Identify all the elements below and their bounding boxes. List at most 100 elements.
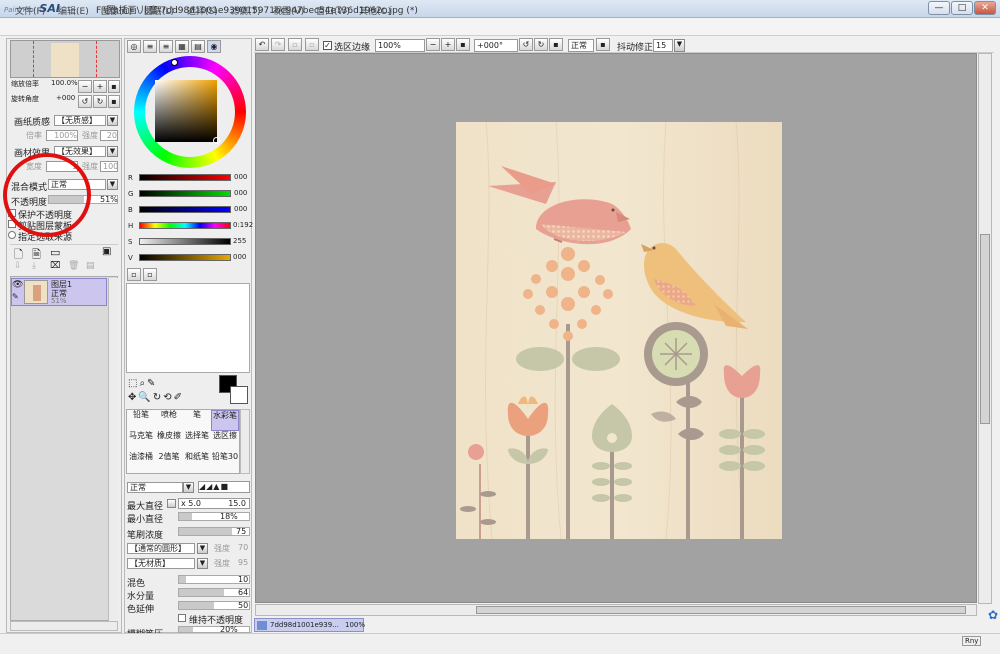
rgb-slider-tab[interactable]: ≡ xyxy=(143,40,157,53)
tool-airbrush[interactable]: 喷枪 xyxy=(155,410,183,431)
layer-mask-icon[interactable]: ▣ xyxy=(102,246,111,257)
min-size-slider[interactable] xyxy=(178,512,250,521)
h-slider[interactable] xyxy=(139,222,231,229)
scratch-add-icon[interactable]: ▫ xyxy=(143,268,157,281)
blur-pressure-slider[interactable] xyxy=(178,626,250,633)
tool-bucket[interactable]: 油漆桶 xyxy=(127,452,155,473)
menu-view[interactable]: 视图(V) xyxy=(273,4,304,17)
tool-binary-pen[interactable]: 2值笔 xyxy=(155,452,183,473)
texture-scale-value[interactable]: 100% xyxy=(46,130,78,141)
menu-edit[interactable]: 编辑(E) xyxy=(58,4,89,17)
rotate-reset-icon[interactable]: ▪ xyxy=(549,38,563,51)
brush-texture-select[interactable]: 【无材质】 xyxy=(127,558,195,569)
v-slider[interactable] xyxy=(139,254,231,261)
paper-texture-select[interactable]: 【无质感】 xyxy=(54,115,106,126)
chevron-down-icon[interactable]: ▼ xyxy=(107,146,118,157)
zoom-in-button[interactable]: + xyxy=(93,80,107,93)
tool-pencil30[interactable]: 铅笔30 xyxy=(211,452,239,473)
layer-props-icon[interactable]: ▤ xyxy=(86,261,95,271)
tool-eraser[interactable]: 橡皮擦 xyxy=(155,431,183,452)
user-swatch-tab[interactable]: ▤ xyxy=(191,40,205,53)
merge-down-icon[interactable]: ⤓ xyxy=(32,261,36,271)
scratchpad-tab[interactable]: ◉ xyxy=(207,40,221,53)
pencil-icon[interactable]: ✎ xyxy=(12,292,22,302)
navigator-preview[interactable] xyxy=(10,40,120,78)
menu-image[interactable]: 图像(C) xyxy=(101,4,132,17)
rotate-cw-icon[interactable]: ↻ xyxy=(534,38,548,51)
selection-edge-checkbox[interactable]: ✓ xyxy=(323,41,332,50)
zoom-select[interactable]: 100% xyxy=(375,39,425,52)
minimize-button[interactable]: — xyxy=(928,1,950,15)
hsv-slider-tab[interactable]: ≡ xyxy=(159,40,173,53)
chevron-down-icon[interactable]: ▼ xyxy=(197,543,208,554)
canvas-area[interactable] xyxy=(255,53,977,603)
tool-washi-pen[interactable]: 和纸笔 xyxy=(183,452,211,473)
tool-brush[interactable]: 笔 xyxy=(183,410,211,431)
brush-shape-select[interactable]: 【通常的圆形】 xyxy=(127,543,195,554)
rotation-select[interactable]: +000° xyxy=(474,39,518,52)
redo-button[interactable]: ↷ xyxy=(271,38,285,51)
eye-icon[interactable]: 👁 xyxy=(12,280,23,290)
b-slider[interactable] xyxy=(139,206,231,213)
zoom-out-icon[interactable]: − xyxy=(426,38,440,51)
canvas-hscrollbar[interactable] xyxy=(255,604,977,616)
selection-source-radio[interactable] xyxy=(8,231,16,239)
secondary-color-swatch[interactable] xyxy=(230,386,248,404)
keep-opacity-checkbox[interactable] xyxy=(178,614,186,622)
max-size-field[interactable]: x 5.0 15.0 xyxy=(178,498,250,509)
canvas-vscrollbar[interactable] xyxy=(978,53,992,604)
rotate-ccw-icon[interactable]: ↺ xyxy=(519,38,533,51)
rotate-left-button[interactable]: ↺ xyxy=(78,95,92,108)
hue-marker[interactable] xyxy=(171,59,178,66)
swatch-tab[interactable]: ▦ xyxy=(175,40,189,53)
menu-layer[interactable]: 图层(L) xyxy=(144,4,174,17)
menu-window[interactable]: 窗口(W) xyxy=(316,4,350,17)
texture-strength-value[interactable]: 20 xyxy=(100,130,118,141)
chevron-down-icon[interactable]: ▼ xyxy=(183,482,194,493)
deselect-button[interactable]: ▫ xyxy=(288,38,302,51)
document-tab[interactable]: 7dd98d1001e939... 100% xyxy=(254,618,365,632)
menu-select[interactable]: 选择(S) xyxy=(187,4,218,17)
transfer-down-icon[interactable]: ⇩ xyxy=(14,261,22,271)
sv-marker[interactable] xyxy=(213,137,220,144)
tool-pencil[interactable]: 铅笔 xyxy=(127,410,155,431)
tool-scrollbar[interactable] xyxy=(240,409,250,474)
layer-scrollbar[interactable] xyxy=(108,278,118,621)
clear-layer-icon[interactable]: ⌧ xyxy=(50,261,60,271)
zoom-in-icon[interactable]: + xyxy=(441,38,455,51)
close-button[interactable]: ✕ xyxy=(974,1,996,15)
chevron-down-icon[interactable]: ▼ xyxy=(197,558,208,569)
tool-select-pen[interactable]: 选择笔 xyxy=(183,431,211,452)
view-mode-select[interactable]: 正常 xyxy=(568,39,594,52)
scratchpad[interactable] xyxy=(126,283,250,373)
undo-button[interactable]: ↶ xyxy=(255,38,269,51)
delete-layer-icon[interactable]: 🗑 xyxy=(68,261,79,271)
effect-strength-value[interactable]: 100 xyxy=(100,161,118,172)
scratch-clear-icon[interactable]: ▫ xyxy=(127,268,141,281)
s-slider[interactable] xyxy=(139,238,231,245)
r-slider[interactable] xyxy=(139,174,231,181)
g-slider[interactable] xyxy=(139,190,231,197)
layer-hscrollbar[interactable] xyxy=(10,621,118,631)
zoom-reset-button[interactable]: ▪ xyxy=(108,80,120,93)
brush-mode-select[interactable]: 正常 xyxy=(127,482,183,493)
tool-marker[interactable]: 马克笔 xyxy=(127,431,155,452)
new-folder-icon[interactable]: ▭ xyxy=(50,246,60,259)
tool-select-eraser[interactable]: 选区擦 xyxy=(211,431,239,452)
select-tools[interactable]: ⬚⌕✎ xyxy=(128,378,157,389)
tool-watercolor[interactable]: 水彩笔 xyxy=(211,410,239,431)
menu-file[interactable]: 文件(F) xyxy=(15,4,45,17)
saturation-value-square[interactable] xyxy=(155,80,217,142)
stabilizer-value[interactable]: 15 xyxy=(653,39,673,52)
flip-icon[interactable]: ▪ xyxy=(596,38,610,51)
brush-edge-presets[interactable]: ◢◢▲■ xyxy=(198,481,250,493)
move-zoom-tools[interactable]: ✥🔍↻⟲✐ xyxy=(128,392,184,403)
chevron-down-icon[interactable]: ▼ xyxy=(674,39,685,52)
chevron-down-icon[interactable]: ▼ xyxy=(107,179,118,190)
rotate-right-button[interactable]: ↻ xyxy=(93,95,107,108)
zoom-out-button[interactable]: − xyxy=(78,80,92,93)
menu-other[interactable]: 其他(O) xyxy=(359,4,391,17)
zoom-fit-icon[interactable]: ▪ xyxy=(456,38,470,51)
menu-filter[interactable]: 滤镜(T) xyxy=(230,4,261,17)
color-wheel-tab[interactable]: ◎ xyxy=(127,40,141,53)
